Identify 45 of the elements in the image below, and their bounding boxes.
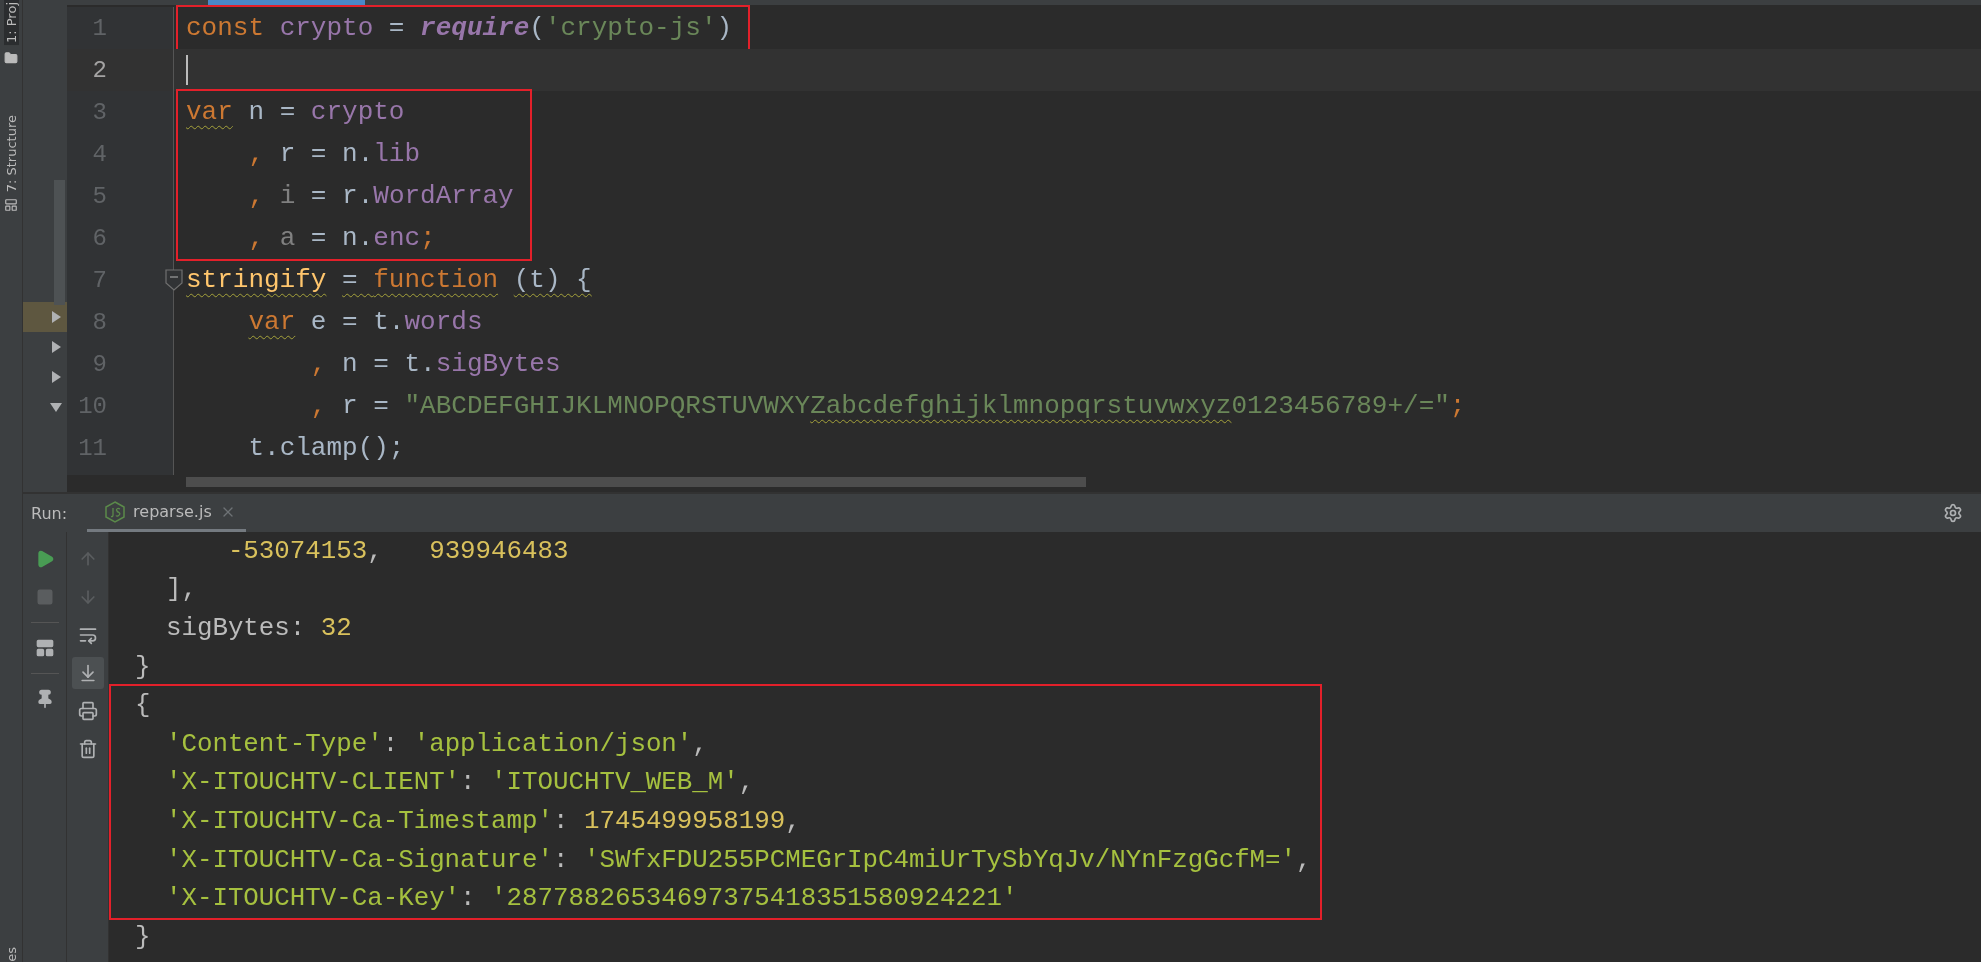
settings-icon[interactable]: [1943, 503, 1963, 523]
tool-window-tab[interactable]: 7: Structure: [3, 115, 19, 193]
js-file-icon: [105, 500, 126, 523]
console-line: 'Content-Type': 'application/json',: [164, 729, 708, 759]
run-label: Run:: [31, 503, 68, 523]
code-line: t.clamp();: [247, 433, 405, 463]
code-line: , i = r.WordArray: [247, 181, 514, 211]
code-line: , n = t.sigBytes: [309, 349, 561, 379]
fold-icon[interactable]: [165, 269, 183, 291]
console-line: {: [135, 691, 151, 721]
console-line: ],: [164, 575, 197, 605]
structure-icon: [4, 198, 18, 213]
collapsed-arrow-icon: [49, 340, 63, 354]
console-line: 'X-ITOUCHTV-CLIENT': 'ITOUCHTV_WEB_M',: [164, 768, 755, 798]
code-line: const crypto = require('crypto-js'): [186, 13, 733, 43]
tool-window-tab[interactable]: es: [3, 947, 19, 962]
console-line: }: [135, 922, 151, 952]
console-line: }: [135, 652, 151, 682]
horizontal-scrollbar[interactable]: [186, 477, 1086, 487]
scrollbar[interactable]: [54, 180, 65, 305]
tool-button[interactable]: [71, 657, 104, 689]
code-line: , r = "ABCDEFGHIJKLMNOPQRSTUVWXYZabcdefghijklmnopqrstuvwxyz0123456789+/=";: [309, 391, 1466, 421]
collapsed-arrow-icon: [49, 310, 63, 324]
console-line: 'X-ITOUCHTV-Ca-Signature': 'SWfxFDU255PCMEGrIpC4miUrTySbYqJv/NYnFzgGcfM=',: [164, 845, 1312, 875]
console-line: -53074153, 939946483: [226, 536, 569, 566]
expanded-arrow-icon: [49, 400, 63, 414]
print-icon: [77, 701, 98, 721]
text-caret: [186, 55, 188, 85]
code-line: , a = n.enc;: [247, 223, 436, 253]
tree-row[interactable]: [23, 302, 67, 332]
code-line: var e = t.words: [247, 307, 483, 337]
folder-icon: [4, 51, 18, 66]
layout-icon: [34, 638, 55, 658]
console-line: 'X-ITOUCHTV-Ca-Timestamp': 1745499958199,: [164, 806, 801, 836]
collapsed-arrow-icon: [49, 370, 63, 384]
stop-icon: [35, 588, 54, 606]
console-line: 'X-ITOUCHTV-Ca-Key': '28778826534697375418351580924221': [164, 884, 1018, 914]
tool-window-tab[interactable]: 1: Proj: [3, 0, 19, 46]
console-line: sigBytes: 32: [164, 614, 352, 643]
wrap-icon: [77, 625, 98, 645]
line-number: 2: [91, 56, 107, 84]
code-line: stringify = function (t) {: [186, 265, 592, 295]
code-line: var n = crypto: [186, 97, 405, 127]
trash-icon: [77, 739, 98, 759]
code-line: , r = n.lib: [247, 139, 421, 169]
